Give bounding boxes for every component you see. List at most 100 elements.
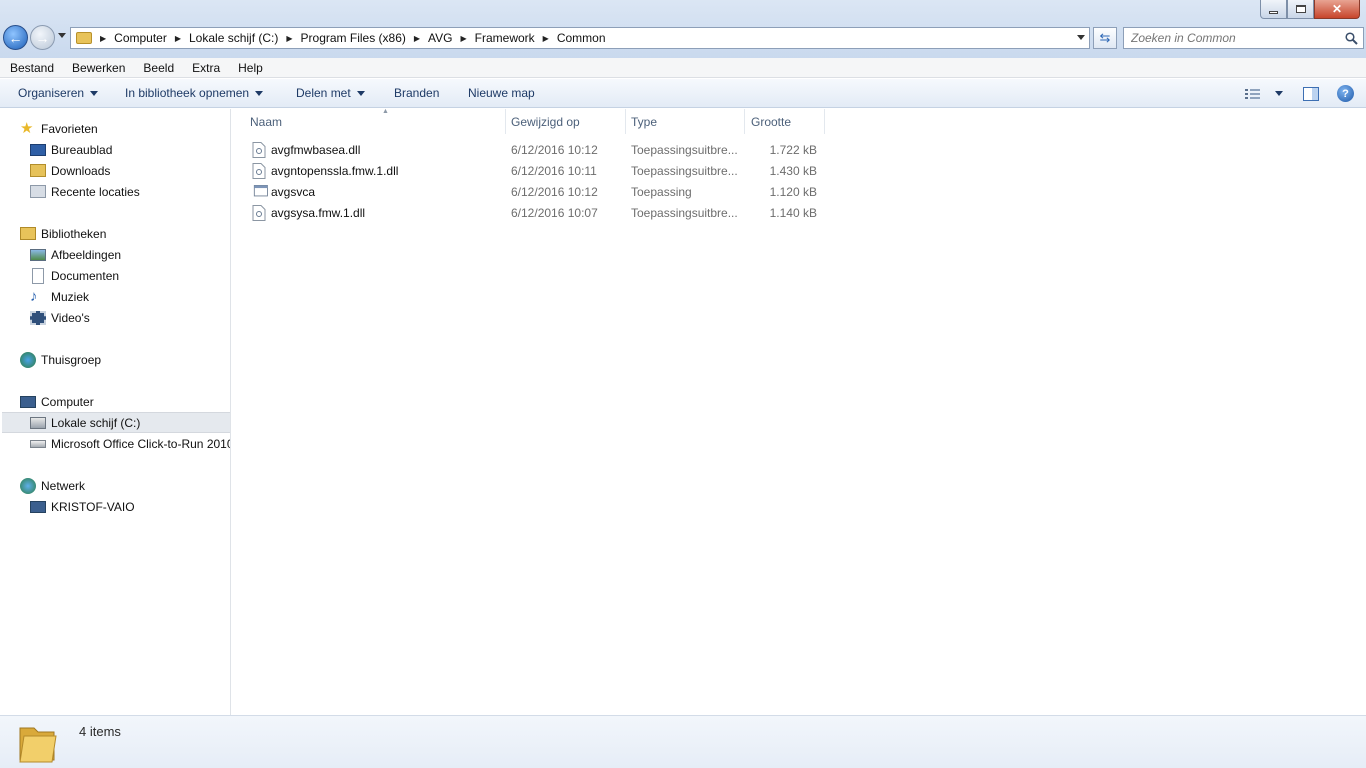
search-icon[interactable] [1345, 32, 1358, 45]
file-list: Naam ▲ Gewijzigd op Type Grootte avgfmwb… [232, 108, 1366, 715]
desktop-icon [30, 143, 46, 156]
window-controls: ✕ [1260, 0, 1360, 19]
minimize-icon [1269, 10, 1278, 14]
refresh-button[interactable]: ⇆ [1093, 27, 1117, 49]
details-view-icon [1245, 88, 1260, 99]
dll-file-icon [252, 205, 266, 221]
dll-file-icon [252, 142, 266, 158]
share-with-button[interactable]: Delen met [296, 79, 365, 108]
breadcrumb-separator-icon[interactable]: ▶ [286, 34, 292, 43]
dll-file-icon [252, 163, 266, 179]
breadcrumb-separator-icon[interactable]: ▶ [461, 34, 467, 43]
nav-network[interactable]: Netwerk [20, 475, 85, 496]
refresh-icon: ⇆ [1099, 30, 1111, 45]
menu-file[interactable]: Bestand [0, 61, 62, 75]
nav-item-desktop[interactable]: Bureaublad [30, 139, 112, 160]
forward-arrow-icon: → [35, 29, 50, 46]
back-button[interactable]: ← [3, 25, 28, 50]
search-box[interactable] [1123, 27, 1364, 49]
documents-icon [32, 267, 44, 284]
command-bar: Organiseren In bibliotheek opnemen Delen… [0, 79, 1366, 108]
chevron-down-icon[interactable] [1275, 91, 1283, 96]
music-icon: ♪ [30, 287, 38, 305]
breadcrumb-separator-icon[interactable]: ▶ [543, 34, 549, 43]
nav-item-videos[interactable]: Video's [30, 307, 90, 328]
help-button[interactable]: ? [1337, 85, 1354, 102]
network-icon [20, 477, 36, 494]
breadcrumb-program-files[interactable]: Program Files (x86) ▶ [301, 31, 429, 45]
breadcrumb-framework[interactable]: Framework ▶ [475, 31, 557, 45]
nav-computer[interactable]: Computer [20, 391, 94, 412]
column-header-type[interactable]: Type [625, 109, 745, 134]
forward-button[interactable]: → [30, 25, 55, 50]
breadcrumb-separator-icon[interactable]: ▶ [414, 34, 420, 43]
breadcrumb-avg[interactable]: AVG ▶ [428, 31, 475, 45]
folder-icon [76, 32, 92, 44]
preview-pane-icon [1303, 86, 1319, 101]
search-input[interactable] [1124, 28, 1334, 48]
maximize-button[interactable] [1287, 0, 1314, 19]
minimize-button[interactable] [1260, 0, 1287, 19]
breadcrumb-computer[interactable]: Computer ▶ [114, 31, 189, 45]
nav-item-recent-places[interactable]: Recente locaties [30, 181, 140, 202]
nav-item-downloads[interactable]: Downloads [30, 160, 110, 181]
file-row[interactable]: avgfmwbasea.dll 6/12/2016 10:12 Toepassi… [250, 140, 830, 161]
star-icon: ★ [20, 119, 34, 137]
new-folder-button[interactable]: Nieuwe map [468, 79, 535, 108]
column-header-name[interactable]: Naam ▲ [244, 108, 506, 134]
videos-icon [30, 310, 46, 325]
nav-libraries[interactable]: Bibliotheken [20, 223, 106, 244]
recent-pages-dropdown[interactable] [58, 33, 66, 38]
nav-homegroup[interactable]: Thuisgroep [20, 349, 101, 370]
file-row[interactable]: avgsvca 6/12/2016 10:12 Toepassing 1.120… [250, 182, 830, 203]
title-bar: ✕ ← → ▶ Computer ▶ Lokale schijf (C:) ▶ Pr… [0, 0, 1366, 58]
nav-item-documents[interactable]: Documenten [30, 265, 119, 286]
view-controls: ? [1245, 79, 1354, 108]
local-disk-icon [30, 416, 46, 429]
sort-ascending-icon: ▲ [382, 108, 389, 115]
homegroup-icon [20, 351, 36, 368]
address-bar[interactable]: ▶ Computer ▶ Lokale schijf (C:) ▶ Program … [70, 27, 1090, 49]
menu-view[interactable]: Beeld [133, 61, 182, 75]
details-pane: 4 items [0, 715, 1366, 768]
breadcrumb-separator-icon[interactable]: ▶ [100, 34, 106, 43]
column-header-modified[interactable]: Gewijzigd op [505, 109, 626, 134]
nav-favorites[interactable]: ★ Favorieten [20, 118, 98, 139]
close-button[interactable]: ✕ [1314, 0, 1360, 19]
organize-button[interactable]: Organiseren [18, 79, 99, 108]
menu-tools[interactable]: Extra [182, 61, 228, 75]
close-icon: ✕ [1331, 2, 1343, 16]
chevron-down-icon [255, 90, 264, 96]
computer-icon [20, 395, 36, 408]
network-computer-icon [30, 500, 46, 513]
file-row[interactable]: avgsysa.fmw.1.dll 6/12/2016 10:07 Toepas… [250, 203, 830, 224]
change-view-button[interactable] [1245, 88, 1283, 100]
preview-pane-button[interactable] [1303, 86, 1319, 101]
folder-icon [19, 727, 57, 763]
navigation-pane: ★ Favorieten Bureaublad Downloads Recent… [0, 109, 231, 715]
breadcrumb-common[interactable]: Common [557, 31, 606, 45]
address-history-dropdown[interactable] [1077, 35, 1085, 40]
nav-item-local-disk-c[interactable]: Lokale schijf (C:) [2, 412, 230, 433]
breadcrumb-local-disk[interactable]: Lokale schijf (C:) ▶ [189, 31, 301, 45]
menu-edit[interactable]: Bewerken [62, 61, 133, 75]
burn-button[interactable]: Branden [394, 79, 439, 108]
chevron-down-icon [356, 90, 365, 96]
nav-item-music[interactable]: ♪ Muziek [30, 286, 89, 307]
include-in-library-button[interactable]: In bibliotheek opnemen [125, 79, 264, 108]
back-arrow-icon: ← [8, 29, 23, 46]
chevron-down-icon [90, 90, 99, 96]
help-icon: ? [1337, 85, 1354, 102]
menu-help[interactable]: Help [228, 61, 271, 75]
file-row[interactable]: avgntopenssla.fmw.1.dll 6/12/2016 10:11 … [250, 161, 830, 182]
nav-item-office-click-to-run[interactable]: Microsoft Office Click-to-Run 2010 [30, 433, 230, 454]
breadcrumb-separator-icon[interactable]: ▶ [175, 34, 181, 43]
drive-icon [30, 439, 46, 448]
downloads-folder-icon [30, 164, 46, 177]
menu-bar: Bestand Bewerken Beeld Extra Help [0, 58, 1366, 78]
nav-item-kristof-vaio[interactable]: KRISTOF-VAIO [30, 496, 135, 517]
pictures-icon [30, 248, 46, 261]
item-count: 4 items [79, 724, 121, 739]
column-header-size[interactable]: Grootte [745, 109, 825, 134]
nav-item-pictures[interactable]: Afbeeldingen [30, 244, 121, 265]
